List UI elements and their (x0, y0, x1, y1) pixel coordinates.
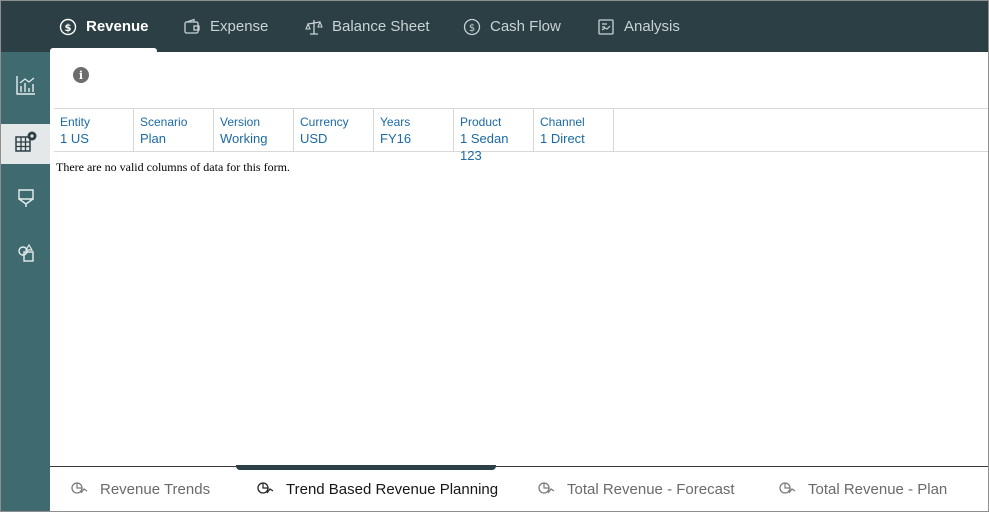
dollar-icon: $ (58, 17, 78, 37)
pov-currency[interactable]: Currency USD (294, 109, 374, 151)
tab-label: Total Revenue - Forecast (567, 481, 735, 498)
empty-form-message: There are no valid columns of data for t… (56, 160, 290, 174)
svg-text:$: $ (469, 23, 475, 34)
tab-label: Revenue (86, 18, 149, 35)
pov-label: Currency (300, 115, 349, 129)
pov-value: Working (220, 131, 268, 146)
chart-icon (257, 481, 274, 499)
tab-label: Revenue Trends (100, 481, 211, 498)
report-icon (596, 17, 616, 37)
pov-label: Version (220, 115, 261, 129)
rail-item-filter[interactable] (1, 180, 50, 220)
bottom-tab-bar: Revenue Trends Trend Based Revenue Plann… (50, 465, 988, 511)
tab-label: Cash Flow (490, 18, 561, 35)
left-rail (1, 52, 50, 511)
tab-total-revenue-plan[interactable]: Total Revenue - Plan (779, 467, 948, 511)
pov-label: Years (380, 115, 411, 129)
pov-years[interactable]: Years FY16 (374, 109, 454, 151)
dollar-icon: $ (462, 17, 482, 37)
point-of-view-bar: Entity 1 US Scenario Plan Version Workin… (54, 108, 988, 163)
chart-icon (15, 74, 37, 101)
tab-expense[interactable]: Expense (182, 1, 268, 52)
tab-label: Balance Sheet (332, 18, 430, 35)
pov-scenario[interactable]: Scenario Plan (134, 109, 214, 151)
tab-revenue-trends[interactable]: Revenue Trends (71, 467, 211, 511)
pov-value: 1 Sedan 123 (460, 131, 509, 163)
pov-value: Plan (140, 131, 167, 146)
rail-item-forms[interactable] (1, 124, 50, 164)
pov-label: Product (460, 115, 502, 129)
pov-channel[interactable]: Channel 1 Direct (534, 109, 614, 151)
chart-icon (538, 481, 555, 499)
shapes-icon (15, 243, 37, 270)
pov-product[interactable]: Product 1 Sedan 123 (454, 109, 534, 163)
wallet-icon (182, 17, 202, 37)
tab-total-revenue-forecast[interactable]: Total Revenue - Forecast (538, 467, 735, 511)
grid-settings-icon (14, 130, 38, 159)
tab-revenue[interactable]: $ Revenue (50, 1, 157, 52)
pov-version[interactable]: Version Working (214, 109, 294, 151)
svg-text:$: $ (65, 23, 72, 34)
pov-value: 1 Direct (540, 131, 585, 146)
chart-icon (779, 481, 796, 499)
tab-label: Expense (210, 18, 269, 35)
pov-label: Channel (540, 115, 585, 129)
funnel-icon (15, 187, 37, 214)
tab-cash-flow[interactable]: $ Cash Flow (462, 1, 561, 52)
form-content: i Entity 1 US Scenario Plan Version Work… (50, 52, 988, 466)
scale-icon (304, 17, 324, 37)
app-window: $ Revenue Expense Balance Sheet $ Cash F… (0, 0, 989, 512)
pov-label: Scenario (140, 115, 188, 129)
chart-icon (71, 481, 88, 499)
pov-value: 1 US (60, 131, 89, 146)
rail-item-shapes[interactable] (1, 236, 50, 276)
pov-value: FY16 (380, 131, 412, 146)
info-icon[interactable]: i (73, 67, 89, 83)
tab-balance-sheet[interactable]: Balance Sheet (304, 1, 430, 52)
pov-entity[interactable]: Entity 1 US (54, 109, 134, 151)
tab-label: Total Revenue - Plan (808, 481, 948, 498)
tab-trend-based-revenue-planning[interactable]: Trend Based Revenue Planning (257, 467, 499, 511)
top-navigation: $ Revenue Expense Balance Sheet $ Cash F… (1, 1, 988, 52)
pov-value: USD (300, 131, 328, 146)
pov-label: Entity (60, 115, 91, 129)
rail-item-charts[interactable] (1, 67, 50, 107)
tab-analysis[interactable]: Analysis (596, 1, 680, 52)
tab-label: Trend Based Revenue Planning (286, 481, 499, 498)
tab-label: Analysis (624, 18, 680, 35)
